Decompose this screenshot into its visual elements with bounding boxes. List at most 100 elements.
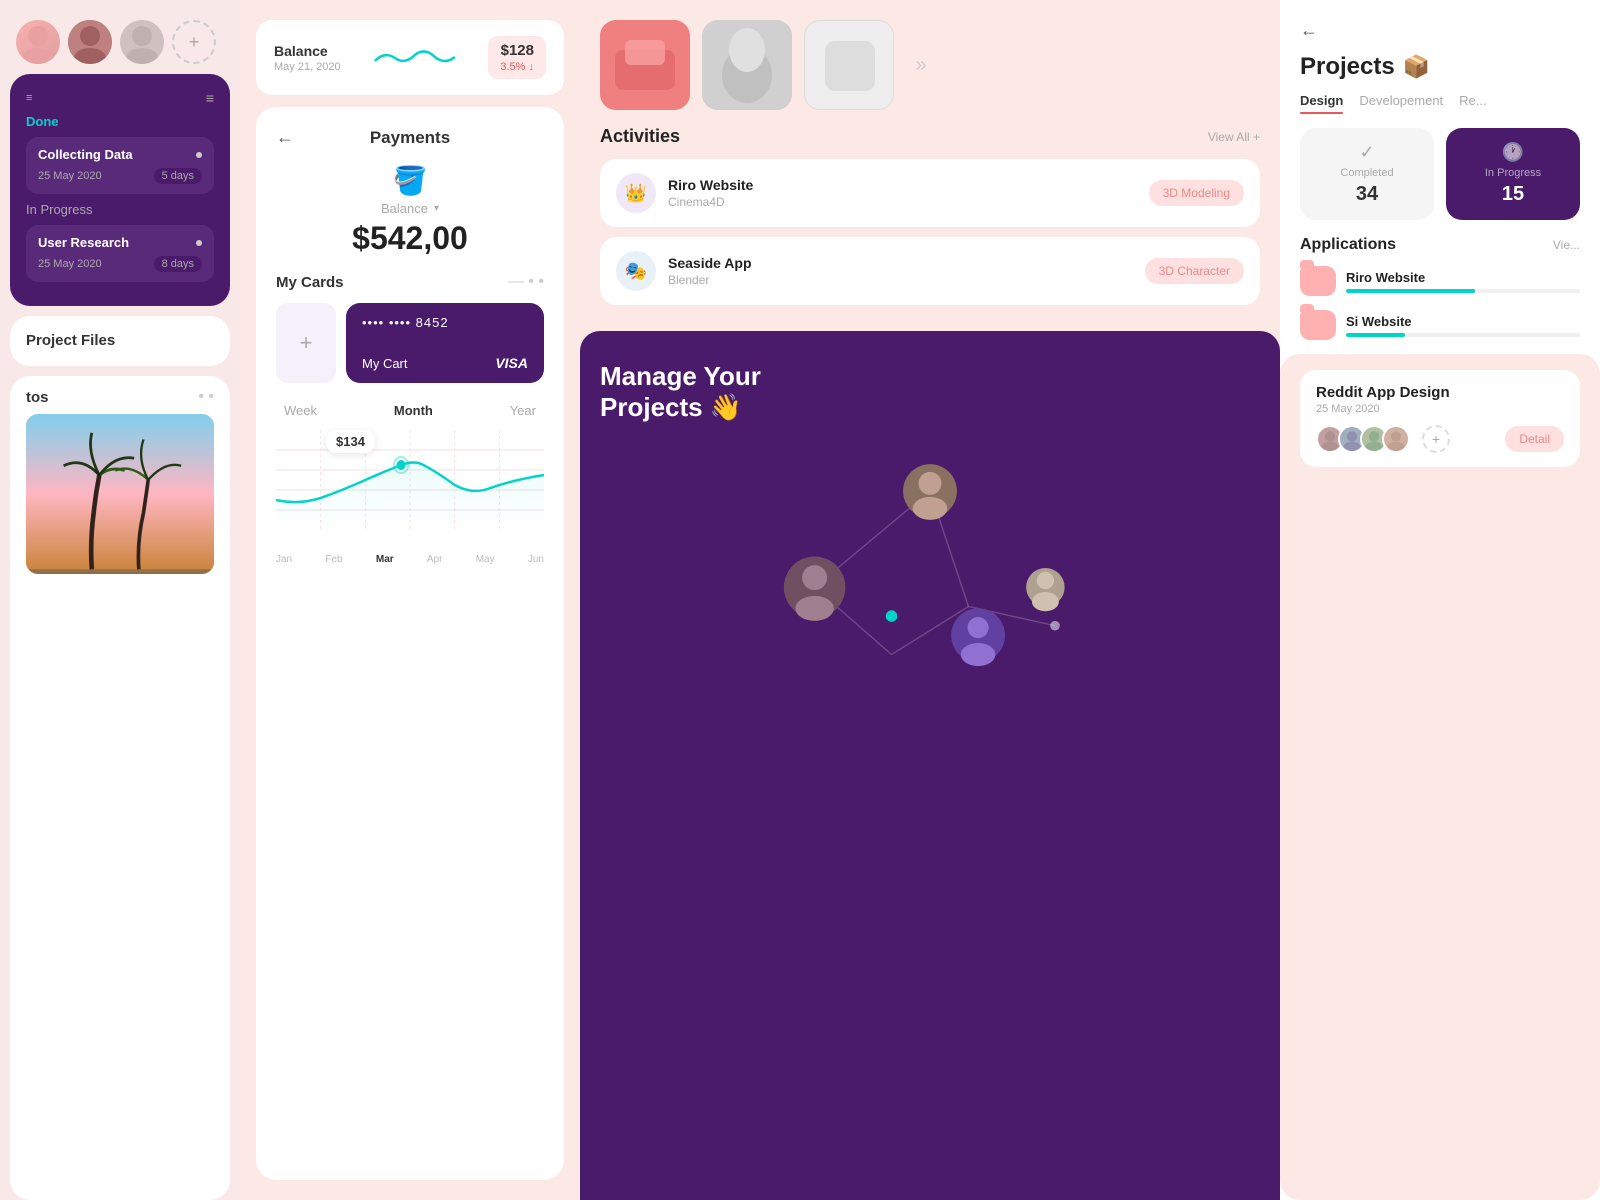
avatar-1[interactable] (16, 20, 60, 64)
chart-tab-month[interactable]: Month (386, 399, 441, 422)
right-back-button[interactable]: ← (1300, 20, 1580, 41)
clock-icon: 🕐 (1502, 142, 1524, 163)
big-amount: $542,00 (276, 220, 544, 257)
add-card-button[interactable]: + (276, 303, 336, 383)
app-item-riro: Riro Website (1300, 266, 1580, 296)
project-tabs: Design Developement Re... (1300, 93, 1580, 112)
tab-more[interactable]: Re... (1459, 93, 1486, 112)
menu-icon[interactable]: ≡ (206, 90, 214, 106)
add-card-icon: + (300, 330, 313, 356)
card-number: •••• •••• 8452 (362, 315, 528, 330)
thumb-pink (600, 20, 690, 110)
chart-labels: Jan Feb Mar Apr May Jun (276, 554, 544, 565)
activities-section: » Activities View All + 👑 Riro Website C… (580, 0, 1280, 331)
balance-mini-card: Balance May 21, 2020 $128 3.5% ↓ (256, 20, 564, 95)
completed-count: 34 (1356, 183, 1378, 206)
chart-tab-week[interactable]: Week (276, 399, 325, 422)
task-card-research: User Research 25 May 2020 8 days (26, 225, 214, 282)
detail-button[interactable]: Detail (1505, 426, 1564, 452)
activity-icon-riro: 👑 (616, 173, 656, 213)
chart-label-jun: Jun (528, 554, 544, 565)
task-card-collecting: Collecting Data 25 May 2020 5 days (26, 137, 214, 194)
chart-label-may: May (476, 554, 495, 565)
task-dot (196, 152, 202, 158)
activities-header: Activities View All + (600, 126, 1260, 147)
balance-change: 3.5% ↓ (500, 61, 534, 73)
cards-dots: — • • (508, 273, 544, 291)
reddit-avatars (1316, 425, 1410, 453)
task-board: ≡ ≡ Done Collecting Data 25 May 2020 5 d… (10, 74, 230, 306)
activity-name-riro: Riro Website (668, 177, 1137, 193)
applications-view-link[interactable]: Vie... (1553, 238, 1580, 252)
stat-in-progress: 🕐 In Progress 15 (1446, 128, 1580, 220)
avatar-3[interactable] (120, 20, 164, 64)
projects-title: Projects (1300, 53, 1395, 81)
chart-tab-year[interactable]: Year (502, 399, 544, 422)
reddit-card: Reddit App Design 25 May 2020 (1300, 370, 1580, 467)
tab-design[interactable]: Design (1300, 93, 1343, 112)
back-arrow[interactable]: ← (276, 127, 294, 148)
chart-label-mar: Mar (376, 554, 394, 565)
reddit-title: Reddit App Design (1316, 384, 1564, 401)
task-name: Collecting Data (38, 147, 133, 162)
reddit-footer: + Detail (1316, 425, 1564, 453)
payments-title: Payments (304, 128, 516, 148)
balance-date: May 21, 2020 (274, 61, 341, 73)
project-files-card: Project Files (10, 316, 230, 366)
applications-title: Applications (1300, 236, 1396, 254)
in-progress-count: 15 (1502, 183, 1524, 206)
activity-tag-seaside: 3D Character (1145, 258, 1244, 284)
card-name: My Cart (362, 356, 408, 371)
board-title-label: ≡ (26, 92, 33, 104)
task-date-2: 25 May 2020 (38, 258, 102, 270)
activity-tag-riro: 3D Modeling (1149, 180, 1244, 206)
manage-title: Manage YourProjects 👋 (600, 361, 1260, 423)
activity-icon-seaside: 🎭 (616, 251, 656, 291)
project-files-title: Project Files (26, 332, 115, 349)
thumb-light (804, 20, 894, 110)
app-item-si: Si Website (1300, 310, 1580, 340)
in-progress-label: In Progress (26, 202, 214, 217)
bucket-icon: 🪣 (276, 164, 544, 197)
photos-title: tos (26, 389, 49, 406)
crown-icon: 👑 (625, 183, 647, 204)
palm-photo (26, 414, 214, 574)
product-thumbs: » (600, 20, 1260, 110)
reddit-section: Reddit App Design 25 May 2020 (1280, 354, 1600, 1200)
cards-row: + •••• •••• 8452 My Cart VISA (276, 303, 544, 383)
activity-sub-riro: Cinema4D (668, 195, 1137, 209)
manage-section: Manage YourProjects 👋 (580, 331, 1280, 1200)
payments-card: ← Payments 🪣 Balance ▾ $542,00 My Cards … (256, 107, 564, 1180)
done-label: Done (26, 114, 214, 129)
manage-connections (600, 443, 1260, 693)
app-name-riro: Riro Website (1346, 270, 1580, 285)
activity-info-riro: Riro Website Cinema4D (668, 177, 1137, 209)
photos-card: tos • • (10, 376, 230, 1200)
activity-sub-seaside: Blender (668, 273, 1133, 287)
activities-title: Activities (600, 126, 680, 147)
avatar-2[interactable] (68, 20, 112, 64)
activity-item-seaside: 🎭 Seaside App Blender 3D Character (600, 237, 1260, 305)
stat-completed: ✓ Completed 34 (1300, 128, 1434, 220)
in-progress-label: In Progress (1485, 167, 1541, 179)
dropdown-arrow[interactable]: ▾ (434, 203, 439, 214)
view-all-link[interactable]: View All + (1208, 130, 1260, 144)
task-days: 5 days (154, 168, 202, 184)
app-bar-riro (1346, 289, 1475, 293)
tab-development[interactable]: Developement (1359, 93, 1443, 112)
task-days-2: 8 days (154, 256, 202, 272)
check-icon: ✓ (1359, 142, 1374, 163)
add-avatar-button[interactable]: + (1422, 425, 1450, 453)
thumb-more: » (906, 54, 936, 77)
app-name-si: Si Website (1346, 314, 1580, 329)
app-bar-si (1346, 333, 1405, 337)
balance-label: Balance (274, 43, 341, 59)
add-avatar-button[interactable]: + (172, 20, 216, 64)
projects-header: Projects 📦 (1300, 53, 1580, 81)
chart-tabs: Week Month Year (276, 399, 544, 422)
balance-wave-chart (353, 43, 477, 73)
task-date: 25 May 2020 (38, 170, 102, 182)
chart-label-feb: Feb (325, 554, 342, 565)
main-card: •••• •••• 8452 My Cart VISA (346, 303, 544, 383)
right-panel: ← Projects 📦 Design Developement Re... ✓… (1280, 0, 1600, 1200)
